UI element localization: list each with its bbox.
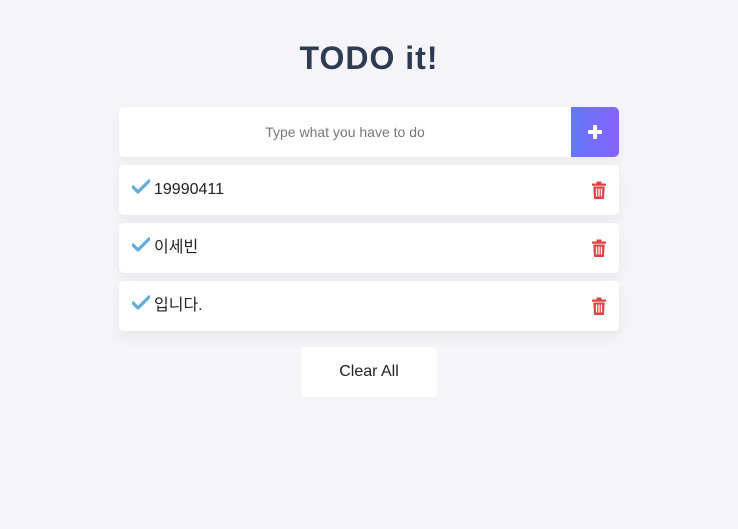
check-icon[interactable] [132,237,150,253]
trash-icon[interactable] [592,239,606,257]
check-icon[interactable] [132,295,150,311]
trash-icon[interactable] [592,181,606,199]
trash-icon[interactable] [592,297,606,315]
clear-all-button[interactable]: Clear All [301,347,437,397]
list-item-text: 입니다. [154,297,203,314]
todo-list: 19990411 이세빈 입니다. [119,165,619,339]
list-item-text: 19990411 [154,181,224,198]
page-title: TODO it! [299,40,439,76]
list-item: 19990411 [119,165,619,215]
plus-icon [588,125,602,139]
add-button[interactable] [571,107,619,157]
list-item: 이세빈 [119,223,619,273]
todo-app: TODO it! 19990411 이세빈 [0,0,738,529]
todo-input-row [119,107,619,157]
list-item: 입니다. [119,281,619,331]
todo-input[interactable] [119,107,571,157]
check-icon[interactable] [132,179,150,195]
list-item-text: 이세빈 [154,239,199,256]
